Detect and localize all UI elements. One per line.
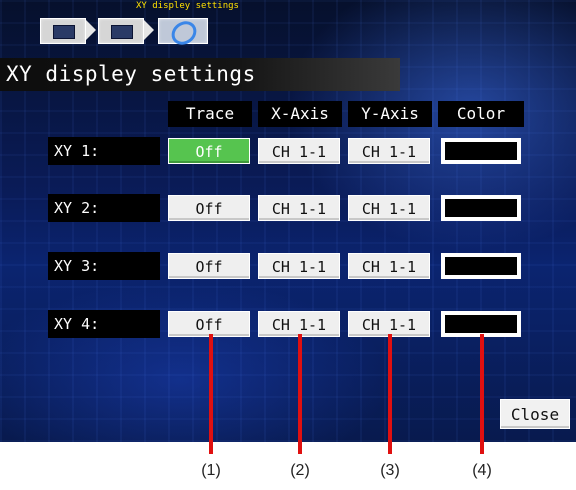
color-swatch-xy2[interactable] bbox=[441, 195, 521, 221]
close-button[interactable]: Close bbox=[500, 399, 570, 429]
color-swatch-fill bbox=[445, 257, 517, 275]
x-axis-button-xy1[interactable]: CH 1-1 bbox=[258, 138, 340, 164]
xy-row-label: XY 4: bbox=[48, 310, 160, 338]
column-header-color: Color bbox=[438, 101, 524, 127]
x-axis-button-xy2[interactable]: CH 1-1 bbox=[258, 195, 340, 221]
y-axis-button-xy1[interactable]: CH 1-1 bbox=[348, 138, 430, 164]
callout-pointer-4 bbox=[480, 334, 484, 454]
breadcrumb-xy[interactable] bbox=[158, 16, 208, 50]
breadcrumb-settings[interactable] bbox=[98, 18, 144, 44]
x-axis-button-xy3[interactable]: CH 1-1 bbox=[258, 253, 340, 279]
breadcrumb bbox=[40, 14, 218, 50]
callout-pointer-2 bbox=[298, 334, 302, 454]
trace-button-xy1[interactable]: Off bbox=[168, 138, 250, 164]
y-axis-button-xy2[interactable]: CH 1-1 bbox=[348, 195, 430, 221]
trace-button-xy3[interactable]: Off bbox=[168, 253, 250, 279]
column-header-y-axis: Y-Axis bbox=[348, 101, 432, 127]
xy-row-label: XY 1: bbox=[48, 137, 160, 165]
color-swatch-xy3[interactable] bbox=[441, 253, 521, 279]
y-axis-button-xy3[interactable]: CH 1-1 bbox=[348, 253, 430, 279]
callout-label-1: (1) bbox=[201, 462, 221, 479]
column-header-trace: Trace bbox=[168, 101, 252, 127]
monitor-icon bbox=[53, 25, 75, 39]
settings-screen-icon bbox=[111, 25, 133, 39]
xy-ring-icon bbox=[167, 16, 201, 50]
color-swatch-fill bbox=[445, 142, 517, 160]
chevron-right-icon bbox=[86, 20, 96, 40]
chevron-right-icon bbox=[144, 20, 154, 40]
callout-label-2: (2) bbox=[290, 462, 310, 479]
trace-button-xy2[interactable]: Off bbox=[168, 195, 250, 221]
callout-pointer-1 bbox=[209, 334, 213, 454]
color-swatch-fill bbox=[445, 199, 517, 217]
xy-row-label: XY 2: bbox=[48, 194, 160, 222]
page-title: XY displey settings bbox=[6, 62, 256, 86]
callout-label-4: (4) bbox=[472, 462, 492, 479]
xy-settings-screen: XY displey settings XY displey settings … bbox=[0, 0, 576, 442]
breadcrumb-current-label: XY displey settings bbox=[136, 1, 239, 11]
title-bar: XY displey settings bbox=[0, 58, 400, 91]
callout-pointer-3 bbox=[388, 334, 392, 454]
column-header-x-axis: X-Axis bbox=[258, 101, 342, 127]
breadcrumb-home[interactable] bbox=[40, 18, 86, 44]
color-swatch-fill bbox=[445, 315, 517, 333]
color-swatch-xy1[interactable] bbox=[441, 138, 521, 164]
xy-row-label: XY 3: bbox=[48, 252, 160, 280]
callout-label-3: (3) bbox=[380, 462, 400, 479]
